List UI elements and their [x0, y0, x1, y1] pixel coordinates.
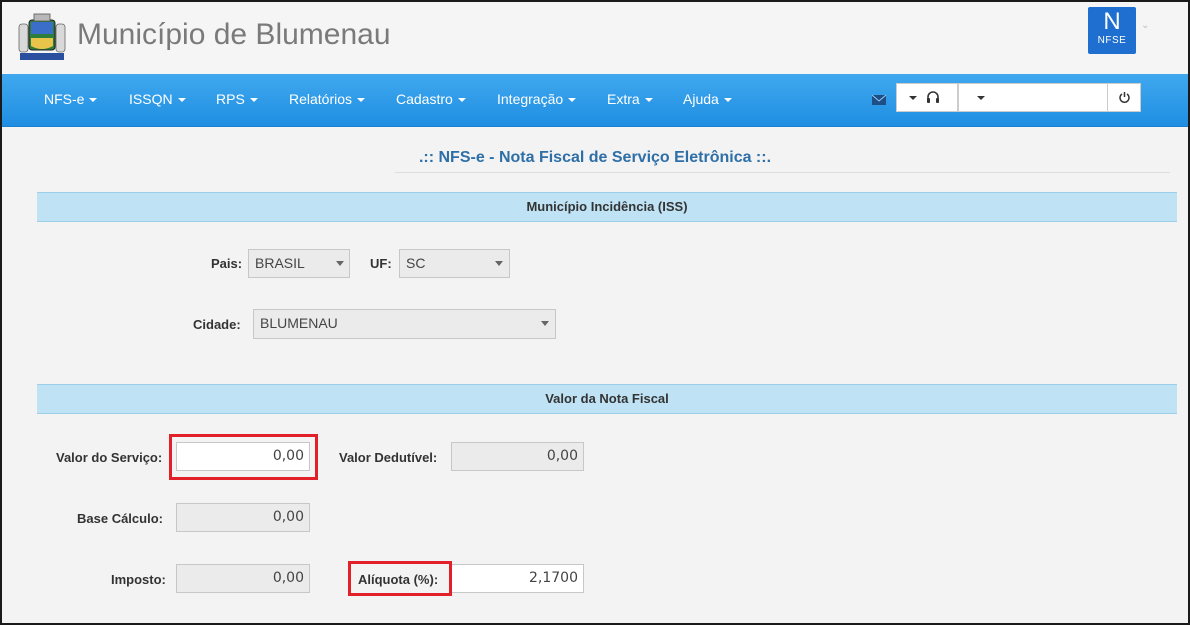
- nav-menu-ajuda[interactable]: Ajuda: [683, 91, 732, 107]
- nav-menu-label: Cadastro: [396, 91, 453, 107]
- headset-icon: [927, 91, 939, 103]
- nfse-logo-text: NFSE: [1097, 35, 1127, 46]
- uf-select-value: SC: [406, 255, 426, 271]
- nav-menu-rps[interactable]: RPS: [216, 91, 258, 107]
- caret-down-icon: [909, 96, 917, 100]
- caret-down-icon: [644, 98, 653, 103]
- caret-down-icon: [568, 98, 577, 103]
- caret-down-icon: [249, 98, 258, 103]
- cidade-label: Cidade:: [193, 317, 241, 332]
- support-dropdown-button[interactable]: [896, 83, 958, 112]
- uf-label: UF:: [370, 256, 392, 271]
- caret-down-icon: [357, 98, 366, 103]
- nav-menu-label: Extra: [607, 91, 640, 107]
- valor-dedutivel-label: Valor Dedutível:: [339, 450, 438, 465]
- cidade-select-value: BLUMENAU: [260, 315, 338, 331]
- nav-menu-label: RPS: [216, 91, 245, 107]
- page-title: .:: NFS-e - Nota Fiscal de Serviço Eletr…: [418, 149, 772, 166]
- user-dropdown-button[interactable]: [958, 83, 1108, 112]
- caret-down-icon: [723, 98, 732, 103]
- power-icon: [1119, 92, 1130, 103]
- valor-servico-highlight: [169, 434, 318, 480]
- nav-menu-relatorios[interactable]: Relatórios: [289, 91, 366, 107]
- base-calculo-input[interactable]: 0,00: [176, 503, 310, 532]
- main-navbar: NFS-e ISSQN RPS Relatórios Cadastro Inte…: [2, 74, 1188, 127]
- imposto-input[interactable]: 0,00: [176, 564, 310, 593]
- base-calculo-label: Base Cálculo:: [77, 511, 163, 526]
- nav-menu-label: NFS-e: [44, 91, 85, 107]
- pais-select[interactable]: BRASIL: [248, 249, 350, 278]
- valor-servico-label: Valor do Serviço:: [56, 450, 163, 465]
- section-header-valor: Valor da Nota Fiscal: [37, 384, 1177, 414]
- nav-menu-label: Integração: [497, 91, 564, 107]
- chevron-down-icon[interactable]: ⌄: [1141, 20, 1149, 31]
- nav-menu-issqn[interactable]: ISSQN: [129, 91, 186, 107]
- app-title: Município de Blumenau: [77, 18, 391, 51]
- caret-down-icon: [977, 96, 985, 100]
- pais-label: Pais:: [211, 256, 243, 271]
- cidade-select[interactable]: BLUMENAU: [253, 309, 556, 339]
- nav-menu-label: Ajuda: [683, 91, 719, 107]
- valor-dedutivel-input[interactable]: 0,00: [451, 442, 584, 471]
- nav-menu-label: Relatórios: [289, 91, 353, 107]
- nav-menu-label: ISSQN: [129, 91, 173, 107]
- logout-button[interactable]: [1107, 83, 1141, 112]
- caret-down-icon: [541, 321, 549, 326]
- nav-menu-cadastro[interactable]: Cadastro: [396, 91, 466, 107]
- section-header-incidencia: Município Incidência (ISS): [37, 192, 1177, 222]
- app-header: Município de Blumenau N NFSE ⌄: [2, 2, 1188, 74]
- caret-down-icon: [89, 98, 98, 103]
- municipal-crest-logo: [18, 13, 66, 60]
- imposto-label: Imposto:: [111, 572, 166, 587]
- divider: [395, 172, 1170, 173]
- caret-down-icon: [336, 261, 344, 266]
- aliquota-highlight: [348, 561, 452, 596]
- caret-down-icon: [177, 98, 186, 103]
- mail-icon[interactable]: [871, 93, 887, 107]
- nav-menu-extra[interactable]: Extra: [607, 91, 653, 107]
- nav-menu-nfse[interactable]: NFS-e: [44, 91, 98, 107]
- nfse-logo-letter: N: [1103, 8, 1121, 35]
- nfse-logo[interactable]: N NFSE: [1088, 7, 1136, 54]
- uf-select[interactable]: SC: [399, 249, 510, 278]
- caret-down-icon: [457, 98, 466, 103]
- aliquota-input[interactable]: 2,1700: [451, 564, 584, 593]
- caret-down-icon: [495, 261, 503, 266]
- nav-menu-integracao[interactable]: Integração: [497, 91, 577, 107]
- pais-select-value: BRASIL: [255, 255, 305, 271]
